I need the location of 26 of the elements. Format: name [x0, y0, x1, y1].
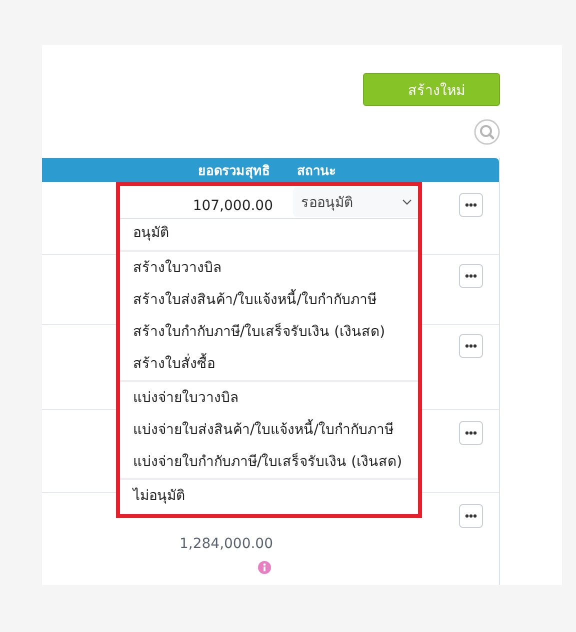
status-select[interactable]: รออนุมัติ [293, 187, 420, 217]
more-button[interactable] [459, 264, 483, 288]
more-icon [465, 431, 477, 435]
menu-item[interactable]: สร้างใบสั่งซื้อ [120, 348, 418, 380]
menu-item[interactable]: แบ่งจ่ายใบส่งสินค้า/ใบแจ้งหนี้/ใบกำกับภาษี [120, 414, 418, 446]
info-icon[interactable] [258, 561, 271, 574]
more-button[interactable] [459, 193, 483, 217]
amount-text: 107,000.00 [192, 198, 273, 214]
menu-item[interactable]: ไม่อนุมัติ [120, 480, 418, 512]
menu-item[interactable]: แบ่งจ่ายใบกำกับภาษี/ใบเสร็จรับเงิน (เงินสด) [120, 446, 418, 478]
chevron-down-icon [402, 199, 412, 205]
menu-item[interactable]: แบ่งจ่ายใบวางบิล [120, 382, 418, 414]
more-button[interactable] [459, 504, 483, 528]
menu-item[interactable]: สร้างใบส่งสินค้า/ใบแจ้งหนี้/ใบกำกับภาษี [120, 284, 418, 316]
more-icon [465, 344, 477, 348]
more-icon [465, 203, 477, 207]
more-button[interactable] [459, 421, 483, 445]
more-button[interactable] [459, 334, 483, 358]
amount-text: 1,284,000.00 [179, 536, 273, 552]
column-header: ยอดรวมสุทธิ [197, 162, 270, 180]
menu-item[interactable]: อนุมัติ [120, 219, 418, 250]
more-icon [465, 274, 477, 278]
menu-item[interactable]: สร้างใบกำกับภาษี/ใบเสร็จรับเงิน (เงินสด) [120, 316, 418, 348]
menu-item[interactable]: สร้างใบวางบิล [120, 252, 418, 284]
more-icon [465, 514, 477, 518]
column-header: สถานะ [297, 162, 336, 180]
